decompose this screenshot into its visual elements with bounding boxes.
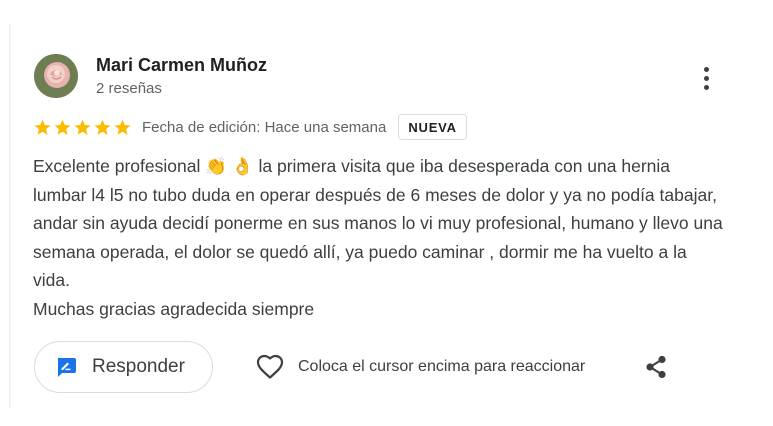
review-text: Excelente profesional 👏 👌 la primera vis…	[33, 156, 723, 319]
edit-date: Fecha de edición: Hace una semana	[142, 118, 387, 136]
more-vertical-icon	[703, 66, 709, 72]
card-left-border	[9, 24, 11, 408]
star-icon	[74, 119, 91, 135]
star-rating	[33, 118, 132, 137]
rating-row: Fecha de edición: Hace una semana NUEVA	[33, 114, 467, 140]
reply-button-label: Responder	[92, 356, 185, 377]
star-icon	[94, 119, 111, 135]
star-icon	[54, 119, 71, 135]
new-badge: NUEVA	[398, 114, 467, 140]
reply-button[interactable]: Responder	[34, 341, 213, 393]
more-vertical-icon-dot	[703, 84, 709, 90]
star-icon	[34, 119, 51, 135]
author-review-count[interactable]: 2 reseñas	[96, 80, 162, 97]
more-options-button[interactable]	[694, 64, 718, 92]
react-hint: Coloca el cursor encima para reaccionar	[298, 358, 586, 375]
author-name[interactable]: Mari Carmen Muñoz	[96, 55, 267, 76]
author-avatar[interactable]	[34, 54, 78, 98]
heart-icon[interactable]	[256, 354, 284, 380]
more-vertical-icon-dot	[703, 75, 709, 81]
star-icon	[114, 119, 131, 135]
reply-edit-icon	[57, 358, 76, 377]
share-icon[interactable]	[643, 354, 669, 380]
